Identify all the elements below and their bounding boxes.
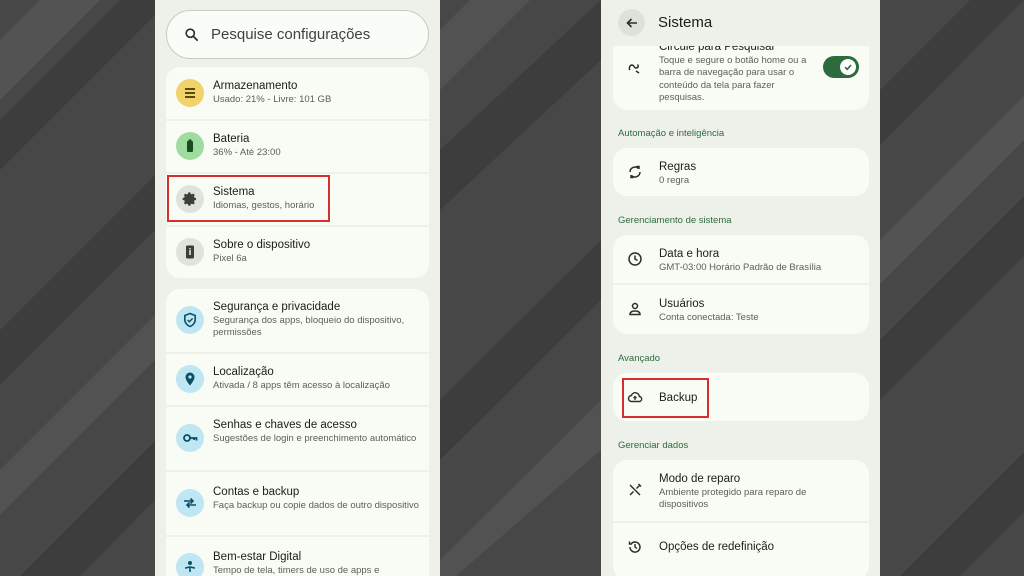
location-pin-icon: [176, 365, 204, 393]
circle-search-icon: [628, 63, 640, 74]
item-title: Regras: [659, 161, 697, 173]
clock-icon: [628, 252, 642, 266]
section-header-automation: Automação e inteligência: [618, 128, 725, 139]
settings-main-screen: Pesquise configurações Armazenamento Usa…: [155, 0, 440, 576]
item-title: Modo de reparo: [659, 473, 741, 485]
highlight-box-sistema: [167, 175, 330, 222]
item-title: Segurança e privacidade: [213, 301, 341, 313]
item-subtitle: 36% - Até 23:00: [213, 147, 281, 158]
item-subtitle: Ambiente protegido para reparo de dispos…: [659, 487, 807, 510]
highlight-box-backup: [622, 378, 709, 418]
settings-item-passwords[interactable]: Senhas e chaves de acesso Sugestões de l…: [166, 407, 429, 470]
section-header-management: Gerenciamento de sistema: [618, 215, 732, 226]
top-app-bar: Sistema: [601, 0, 880, 46]
search-placeholder: Pesquise configurações: [211, 26, 371, 43]
item-subtitle: Sugestões de login e preenchimento autom…: [213, 433, 417, 444]
item-title: Contas e backup: [213, 486, 300, 498]
history-icon: [628, 541, 641, 553]
settings-item-repair-mode[interactable]: Modo de reparo Ambiente protegido para r…: [613, 460, 869, 521]
battery-icon: [176, 132, 204, 160]
key-icon: [176, 424, 204, 452]
rules-icon: [629, 165, 641, 179]
item-title: Bateria: [213, 133, 250, 145]
item-title: Usuários: [659, 298, 705, 310]
settings-item-storage[interactable]: Armazenamento Usado: 21% - Livre: 101 GB: [166, 67, 429, 119]
settings-group-device: Armazenamento Usado: 21% - Livre: 101 GB…: [166, 67, 429, 278]
item-subtitle: GMT-03:00 Horário Padrão de Brasília: [659, 262, 822, 273]
settings-item-accounts-backup[interactable]: Contas e backup Faça backup ou copie dad…: [166, 472, 429, 535]
settings-item-security[interactable]: Segurança e privacidade Segurança dos ap…: [166, 289, 429, 352]
system-settings-screen: Circule para Pesquisar Toque e segure o …: [601, 0, 880, 576]
person-icon: [629, 302, 641, 316]
settings-item-datetime[interactable]: Data e hora GMT-03:00 Horário Padrão de …: [613, 235, 869, 283]
settings-item-about[interactable]: Sobre o dispositivo Pixel 6a: [166, 227, 429, 278]
circle-search-toggle[interactable]: [823, 56, 859, 78]
item-subtitle: Toque e segure o botão home ou a barra d…: [659, 55, 807, 103]
settings-group-data: Modo de reparo Ambiente protegido para r…: [613, 460, 869, 576]
toggle-knob: [840, 59, 856, 75]
settings-item-users[interactable]: Usuários Conta conectada: Teste: [613, 285, 869, 334]
tools-icon: [629, 483, 642, 496]
item-title: Senhas e chaves de acesso: [213, 419, 357, 431]
storage-icon: [176, 79, 204, 107]
item-subtitle: Segurança dos apps, bloqueio do disposit…: [213, 315, 405, 338]
shield-icon: [176, 306, 204, 334]
item-subtitle: 0 regra: [659, 175, 690, 186]
section-header-advanced: Avançado: [618, 353, 661, 364]
item-subtitle: Pixel 6a: [213, 253, 247, 264]
settings-group-management: Data e hora GMT-03:00 Horário Padrão de …: [613, 235, 869, 334]
item-title: Localização: [213, 366, 274, 378]
back-button[interactable]: [618, 9, 645, 36]
item-subtitle: Conta conectada: Teste: [659, 312, 759, 323]
settings-item-reset-options[interactable]: Opções de redefinição: [613, 523, 869, 573]
settings-item-battery[interactable]: Bateria 36% - Até 23:00: [166, 121, 429, 172]
section-header-data: Gerenciar dados: [618, 440, 689, 451]
settings-group-privacy: Segurança e privacidade Segurança dos ap…: [166, 289, 429, 576]
settings-item-rules[interactable]: Regras 0 regra: [613, 148, 869, 196]
item-title: Armazenamento: [213, 80, 298, 92]
item-title: Opções de redefinição: [659, 541, 775, 553]
arrow-left-icon: [625, 17, 637, 28]
phone-info-icon: [176, 238, 204, 266]
item-title: Data e hora: [659, 248, 720, 260]
item-subtitle: Faça backup ou copie dados de outro disp…: [213, 500, 419, 511]
item-subtitle: Usado: 21% - Livre: 101 GB: [213, 94, 332, 105]
sync-arrows-icon: [176, 489, 204, 517]
item-title: Sobre o dispositivo: [213, 239, 311, 251]
item-subtitle: Tempo de tela, timers de uso de apps e: [213, 565, 380, 576]
check-icon: [844, 64, 852, 71]
item-title: Bem-estar Digital: [213, 551, 302, 563]
item-subtitle: Ativada / 8 apps têm acesso à localizaçã…: [213, 380, 390, 391]
settings-item-location[interactable]: Localização Ativada / 8 apps têm acesso …: [166, 354, 429, 405]
settings-item-digital-wellbeing[interactable]: Bem-estar Digital Tempo de tela, timers …: [166, 537, 429, 576]
search-icon: [185, 28, 198, 41]
wellbeing-icon: [176, 553, 204, 576]
search-bar[interactable]: Pesquise configurações: [166, 10, 429, 59]
page-title: Sistema: [658, 14, 713, 31]
